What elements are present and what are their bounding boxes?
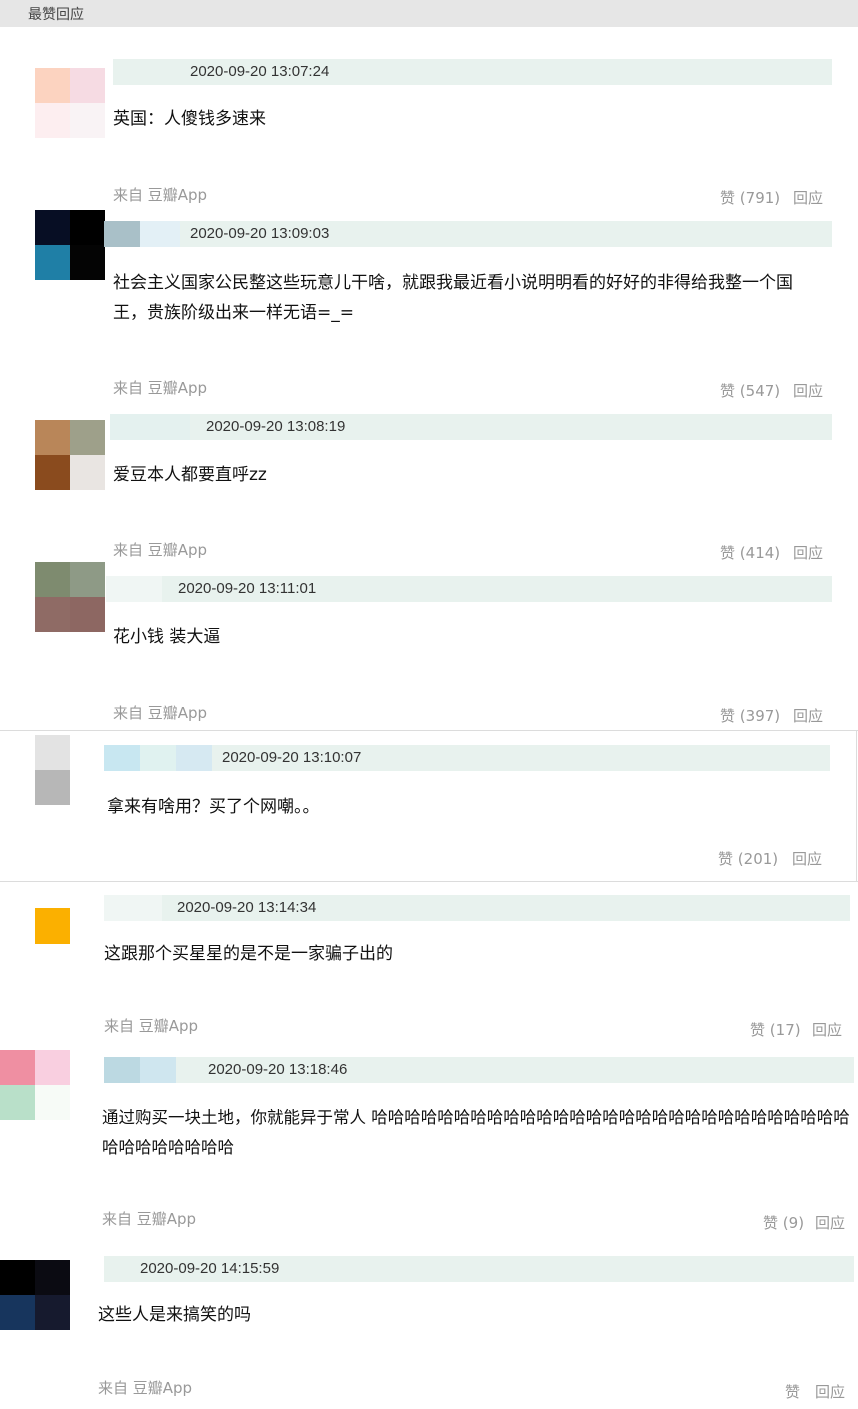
username-blurred <box>140 1057 176 1083</box>
avatar[interactable] <box>0 1260 70 1330</box>
source-label: 来自 豆瓣App <box>102 1210 197 1228</box>
username-blurred[interactable] <box>104 221 140 247</box>
like-label: 赞 <box>785 1383 801 1401</box>
like-button[interactable]: 赞 (397) <box>720 705 780 726</box>
like-label: 赞 <box>720 544 736 562</box>
reply-button[interactable]: 回应 <box>793 542 823 563</box>
like-count: (414) <box>739 544 781 562</box>
comment-text: 这些人是来搞笑的吗 <box>98 1305 251 1325</box>
like-label: 赞 <box>763 1214 779 1232</box>
section-title: 最赞回应 <box>28 7 84 23</box>
reply-button[interactable]: 回应 <box>793 187 823 208</box>
timestamp: 2020-09-20 14:15:59 <box>140 1260 280 1277</box>
comment-text: 拿来有啥用？买了个网嘲。。 <box>107 797 320 817</box>
timestamp: 2020-09-20 13:08:19 <box>206 418 346 435</box>
timestamp: 2020-09-20 13:18:46 <box>208 1061 348 1078</box>
like-button[interactable]: 赞 (9) <box>763 1212 804 1233</box>
comment-text: 爱豆本人都要直呼zz <box>113 465 267 485</box>
comment-header: 2020-09-20 13:11:01 <box>106 576 832 602</box>
reply-button[interactable]: 回应 <box>815 1381 845 1402</box>
source-label: 来自 豆瓣App <box>113 379 208 397</box>
source-label: 来自 豆瓣App <box>98 1379 193 1397</box>
avatar[interactable] <box>35 735 105 805</box>
like-button[interactable]: 赞 (791) <box>720 187 780 208</box>
like-count: (9) <box>782 1214 805 1232</box>
comment-text: 社会主义国家公民整这些玩意儿干啥，就跟我最近看小说明明看的好好的非得给我整一个国… <box>113 273 793 323</box>
comment-header: 2020-09-20 13:08:19 <box>110 414 832 440</box>
box-top-border <box>0 730 858 731</box>
box-right-border <box>856 730 857 881</box>
username-blurred <box>140 221 180 247</box>
reply-button[interactable]: 回应 <box>815 1212 845 1233</box>
reply-button[interactable]: 回应 <box>793 705 823 726</box>
avatar[interactable] <box>35 562 105 632</box>
like-button[interactable]: 赞 <box>785 1381 800 1402</box>
reply-button[interactable]: 回应 <box>793 380 823 401</box>
like-label: 赞 <box>718 850 734 868</box>
comment-header: 2020-09-20 13:14:34 <box>104 895 850 921</box>
comment-text: 通过购买一块土地，你就能异于常人 哈哈哈哈哈哈哈哈哈哈哈哈哈哈哈哈哈哈哈哈哈哈哈… <box>102 1108 850 1157</box>
like-button[interactable]: 赞 (414) <box>720 542 780 563</box>
like-count: (397) <box>739 707 781 725</box>
source-label: 来自 豆瓣App <box>113 541 208 559</box>
avatar[interactable] <box>0 1050 70 1120</box>
username-blurred[interactable] <box>104 745 140 771</box>
username-blurred[interactable] <box>104 895 162 921</box>
comment-header: 2020-09-20 13:18:46 <box>104 1057 854 1083</box>
reply-button[interactable]: 回应 <box>812 1019 842 1040</box>
comment-header: 2020-09-20 14:15:59 <box>104 1256 854 1282</box>
like-count: (201) <box>737 850 779 868</box>
like-label: 赞 <box>750 1021 766 1039</box>
like-count: (547) <box>739 382 781 400</box>
like-count: (17) <box>769 1021 801 1039</box>
username-blurred[interactable] <box>106 576 162 602</box>
comment-text: 英国：人傻钱多速来 <box>113 109 266 129</box>
source-label: 来自 豆瓣App <box>113 186 208 204</box>
username-blurred[interactable] <box>104 1057 140 1083</box>
like-count: (791) <box>739 189 781 207</box>
avatar[interactable] <box>35 908 105 978</box>
timestamp: 2020-09-20 13:10:07 <box>222 749 362 766</box>
source-label: 来自 豆瓣App <box>113 704 208 722</box>
timestamp: 2020-09-20 13:09:03 <box>190 225 330 242</box>
box-bottom-border <box>0 881 858 882</box>
like-button[interactable]: 赞 (17) <box>750 1019 801 1040</box>
avatar[interactable] <box>35 210 105 280</box>
avatar[interactable] <box>35 420 105 490</box>
username-blurred[interactable] <box>110 414 190 440</box>
section-header: 最赞回应 <box>0 0 858 27</box>
username-blurred <box>140 745 176 771</box>
comment-header: 2020-09-20 13:09:03 <box>104 221 832 247</box>
avatar[interactable] <box>35 68 105 138</box>
comment-header: 2020-09-20 13:10:07 <box>104 745 830 771</box>
comment-text: 花小钱 装大逼 <box>113 627 221 647</box>
username-blurred <box>176 745 212 771</box>
comment-header: 2020-09-20 13:07:24 <box>113 59 832 85</box>
source-label: 来自 豆瓣App <box>104 1017 199 1035</box>
timestamp: 2020-09-20 13:11:01 <box>178 580 317 597</box>
timestamp: 2020-09-20 13:14:34 <box>177 899 317 916</box>
comment-text: 这跟那个买星星的是不是一家骗子出的 <box>104 944 393 964</box>
like-label: 赞 <box>720 382 736 400</box>
like-button[interactable]: 赞 (547) <box>720 380 780 401</box>
timestamp: 2020-09-20 13:07:24 <box>190 63 330 80</box>
like-button[interactable]: 赞 (201) <box>718 848 778 869</box>
like-label: 赞 <box>720 707 736 725</box>
reply-button[interactable]: 回应 <box>792 848 822 869</box>
like-label: 赞 <box>720 189 736 207</box>
